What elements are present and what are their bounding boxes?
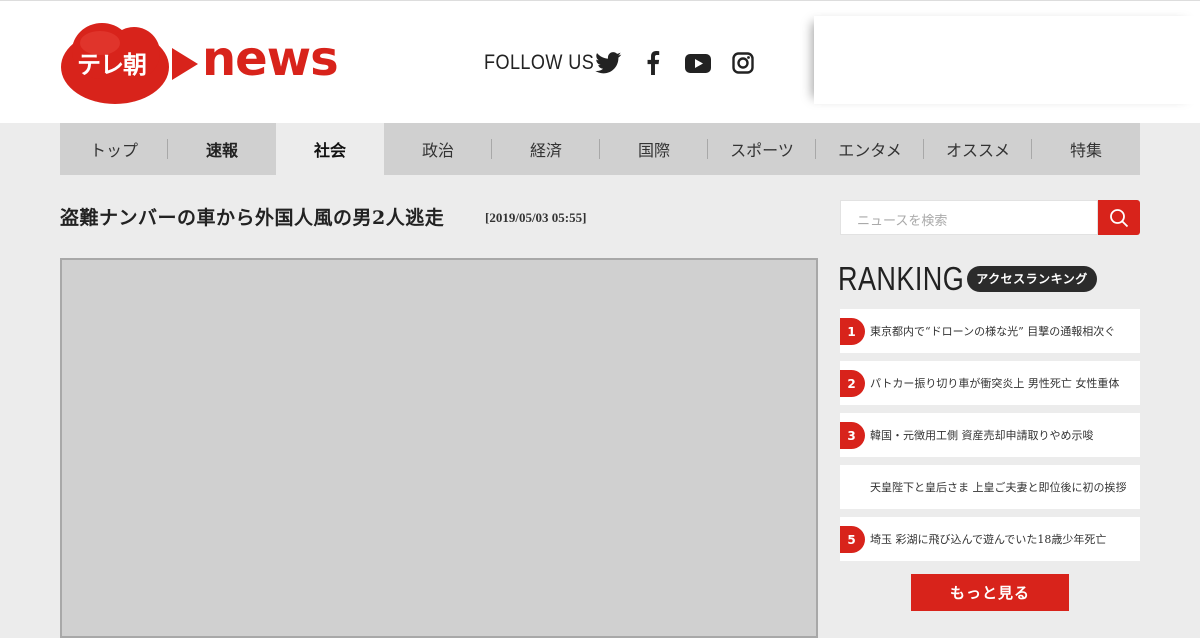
nav-item-features[interactable]: 特集	[1032, 123, 1140, 175]
nav-item-politics[interactable]: 政治	[384, 123, 492, 175]
search-icon	[1110, 208, 1129, 227]
nav-item-society[interactable]: 社会	[276, 123, 384, 175]
nav-item-international[interactable]: 国際	[600, 123, 708, 175]
nav-label: 政治	[421, 141, 454, 160]
youtube-icon[interactable]	[684, 49, 712, 77]
ranking-item[interactable]: 1 東京都内で“ドローンの様な光” 目撃の通報相次ぐ	[840, 309, 1140, 353]
nav-item-sports[interactable]: スポーツ	[708, 123, 816, 175]
nav-label: スポーツ	[730, 141, 794, 160]
nav-label: 特集	[1069, 141, 1102, 160]
ranking-item-title: パトカー振り切り車が衝突炎上 男性死亡 女性重体	[870, 377, 1120, 390]
ranking-subtitle-badge: アクセスランキング	[967, 266, 1097, 292]
follow-us-label: FOLLOW US	[484, 51, 595, 74]
ranking-item[interactable]: 天皇陛下と皇后さま 上皇ご夫妻と即位後に初の挨拶	[840, 465, 1140, 509]
nav-label: トップ	[89, 141, 138, 160]
rank-number-badge: 3	[840, 422, 865, 449]
nav-label: 速報	[205, 141, 238, 160]
nav-item-recommended[interactable]: オススメ	[924, 123, 1032, 175]
nav-label: 社会	[313, 141, 346, 160]
nav-label: エンタメ	[838, 141, 902, 160]
rank-number-badge: 5	[840, 526, 865, 553]
search-button[interactable]	[1098, 200, 1140, 235]
ranking-item[interactable]: 2 パトカー振り切り車が衝突炎上 男性死亡 女性重体	[840, 361, 1140, 405]
search-input[interactable]: ニュースを検索	[840, 200, 1098, 235]
article-datetime: [2019/05/03 05:55]	[485, 210, 587, 225]
nav-item-entertainment[interactable]: エンタメ	[816, 123, 924, 175]
nav-label: 国際	[637, 141, 670, 160]
facebook-icon[interactable]	[639, 49, 667, 77]
nav-item-breaking[interactable]: 速報	[168, 123, 276, 175]
nav-item-economy[interactable]: 経済	[492, 123, 600, 175]
nav-label: オススメ	[945, 141, 1010, 160]
ranking-item-title: 韓国・元徴用工側 資産売却申請取りやめ示唆	[870, 429, 1094, 442]
ranking-title: RANKING	[838, 260, 965, 297]
nav-label: 経済	[529, 141, 562, 160]
video-player[interactable]	[60, 258, 818, 638]
ranking-item[interactable]: 5 埼玉 彩湖に飛び込んで遊んでいた18歳少年死亡	[840, 517, 1140, 561]
logo-brand-text: テレ朝	[77, 51, 147, 79]
play-icon	[172, 48, 198, 80]
more-button[interactable]: もっと見る	[911, 574, 1069, 611]
nav-item-top[interactable]: トップ	[60, 123, 168, 175]
ranking-item-title: 天皇陛下と皇后さま 上皇ご夫妻と即位後に初の挨拶	[870, 481, 1127, 494]
article-title: 盗難ナンバーの車から外国人風の男2人逃走	[60, 207, 445, 229]
logo-news-text: news	[202, 31, 339, 87]
category-nav: トップ 速報 社会 政治 経済 国際 スポーツ エンタメ オススメ 特集	[60, 123, 1140, 175]
instagram-icon[interactable]	[729, 49, 757, 77]
ranking-item[interactable]: 3 韓国・元徴用工側 資産売却申請取りやめ示唆	[840, 413, 1140, 457]
twitter-icon[interactable]	[594, 49, 622, 77]
ranking-item-title: 東京都内で“ドローンの様な光” 目撃の通報相次ぐ	[870, 325, 1116, 338]
ranking-item-title: 埼玉 彩湖に飛び込んで遊んでいた18歳少年死亡	[870, 533, 1107, 546]
site-header: テレ朝 news FOLLOW US	[0, 0, 1200, 123]
rank-number-badge: 1	[840, 318, 865, 345]
rank-number-badge: 2	[840, 370, 865, 397]
tv-asahi-news-logo[interactable]: テレ朝 news	[60, 21, 340, 105]
header-ad-area	[814, 16, 1200, 104]
